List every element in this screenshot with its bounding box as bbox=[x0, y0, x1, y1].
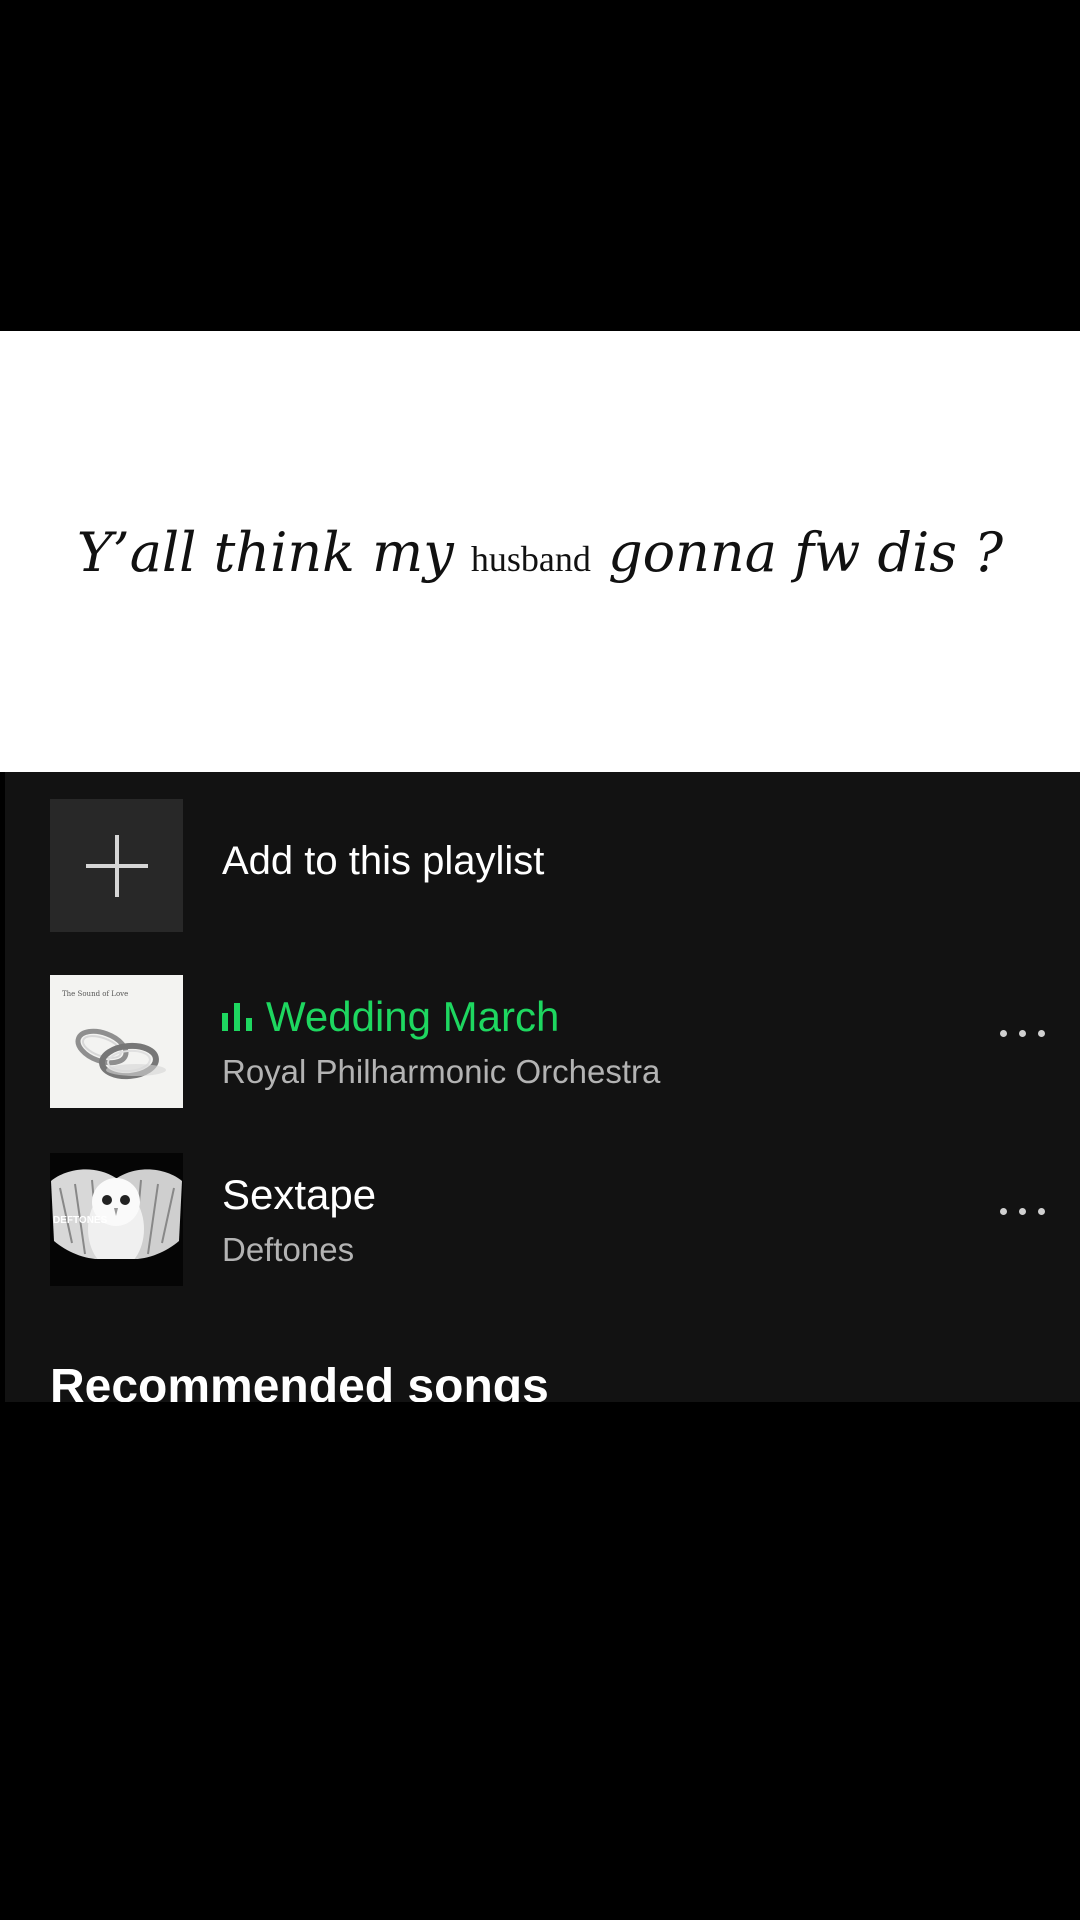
track-artist[interactable]: Royal Philharmonic Orchestra bbox=[222, 1053, 660, 1091]
caption-text: Y’all think my husband gonna fw dis ? bbox=[0, 521, 1080, 591]
album-art-label: The Sound of Love bbox=[62, 990, 129, 998]
track-title-text: Wedding March bbox=[266, 993, 560, 1040]
caption-part-1: Y’all think my bbox=[76, 521, 471, 584]
wedding-rings-album-art: The Sound of Love bbox=[50, 975, 183, 1108]
track-title: Wedding March bbox=[222, 993, 559, 1041]
add-to-playlist-label: Add to this playlist bbox=[222, 839, 545, 883]
playlist-panel: Add to this playlist The Sound of Love W… bbox=[5, 772, 1080, 1402]
track-row-wedding-march[interactable]: The Sound of Love Wedding March Royal Ph… bbox=[50, 975, 1050, 1108]
screen: Y’all think my husband gonna fw dis ? Ad… bbox=[0, 0, 1080, 1920]
caption-part-3: gonna fw dis ? bbox=[590, 521, 1004, 584]
add-to-playlist-row[interactable]: Add to this playlist bbox=[50, 799, 1050, 932]
more-options-icon[interactable] bbox=[1000, 1205, 1048, 1217]
more-options-icon[interactable] bbox=[1000, 1027, 1048, 1039]
track-row-sextape[interactable]: DEFTONES Sextape Deftones bbox=[50, 1153, 1050, 1286]
album-art-band-name: DEFTONES bbox=[53, 1215, 108, 1226]
caption-part-2: husband bbox=[470, 539, 591, 579]
recommended-songs-heading: Recommended songs bbox=[50, 1360, 549, 1402]
white-owl-album-art: DEFTONES bbox=[50, 1153, 183, 1286]
track-title: Sextape bbox=[222, 1171, 377, 1218]
caption-overlay: Y’all think my husband gonna fw dis ? bbox=[0, 331, 1080, 772]
track-artist[interactable]: Deftones bbox=[222, 1231, 354, 1269]
now-playing-equalizer-icon bbox=[222, 1001, 254, 1031]
add-box[interactable] bbox=[50, 799, 183, 932]
